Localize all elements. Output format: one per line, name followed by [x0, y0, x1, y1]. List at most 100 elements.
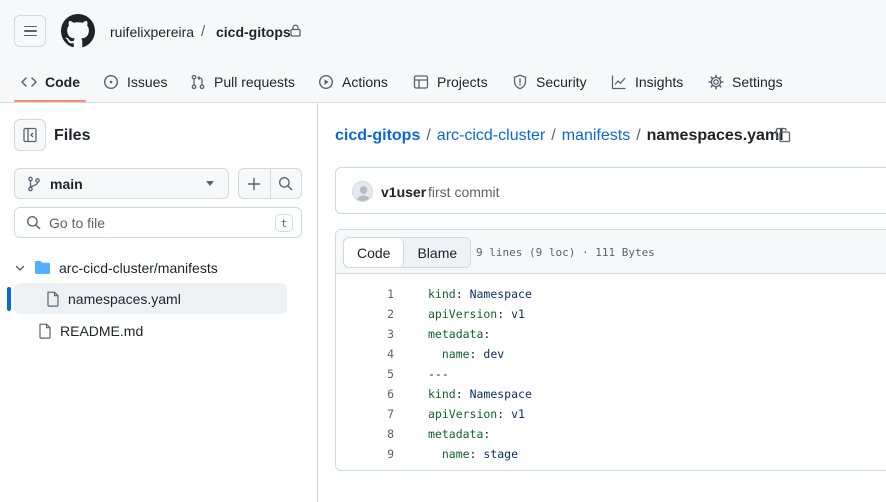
file-tree-sidebar: Files main Go to file t arc-cicd-cluster… — [0, 103, 318, 502]
yaml-colon: : — [469, 347, 484, 361]
line-number[interactable]: 3 — [336, 324, 394, 344]
yaml-colon: : — [497, 407, 512, 421]
selected-item-indicator — [7, 287, 11, 311]
line-content: name: stage — [428, 444, 518, 464]
user-avatar-icon — [356, 186, 371, 201]
lock-icon — [290, 24, 301, 37]
yaml-value: v1 — [511, 307, 525, 321]
repo-owner-link[interactable]: ruifelixpereira — [110, 23, 194, 41]
line-number[interactable]: 7 — [336, 404, 394, 424]
current-file-name: namespaces.yaml — [646, 127, 784, 144]
line-content: name: dev — [428, 344, 504, 364]
breadcrumb-separator: / — [426, 127, 431, 144]
tab-code[interactable]: Code — [21, 62, 80, 102]
line-content: metadata: — [428, 324, 490, 344]
tab-issues[interactable]: Issues — [103, 62, 167, 102]
tab-actions[interactable]: Actions — [318, 62, 388, 102]
code-viewer-header: Code Blame 9 lines (9 loc) · 111 Bytes — [336, 230, 886, 274]
line-number[interactable]: 9 — [336, 444, 394, 464]
line-number[interactable]: 1 — [336, 284, 394, 304]
line-number[interactable]: 6 — [336, 384, 394, 404]
yaml-key: apiVersion — [428, 407, 498, 421]
tab-projects[interactable]: Projects — [413, 62, 488, 102]
graph-icon — [611, 75, 626, 90]
line-number[interactable]: 8 — [336, 424, 394, 444]
collapse-sidebar-button[interactable] — [14, 119, 46, 151]
yaml-value: Namespace — [469, 387, 532, 401]
line-number[interactable]: 5 — [336, 364, 394, 384]
view-mode-toggle: Code Blame — [343, 237, 472, 268]
breadcrumb-separator: / — [551, 127, 556, 144]
code-line: 5 --- — [336, 364, 886, 384]
copy-path-icon[interactable] — [775, 127, 791, 143]
menu-button[interactable] — [14, 15, 46, 47]
tab-security[interactable]: Security — [512, 62, 587, 102]
breadcrumb-separator: / — [636, 127, 641, 144]
gear-icon — [708, 74, 724, 90]
branch-selector[interactable]: main — [14, 168, 229, 199]
yaml-colon: : — [483, 327, 491, 341]
file-path-breadcrumb: cicd-gitops / arc-cicd-cluster / manifes… — [335, 127, 784, 145]
tab-pull-requests-label: Pull requests — [214, 74, 295, 90]
repo-name-link[interactable]: cicd-gitops — [216, 23, 291, 41]
search-icon — [279, 176, 293, 191]
code-view-button[interactable]: Code — [344, 238, 405, 267]
tab-settings-label: Settings — [732, 74, 783, 90]
table-icon — [413, 75, 429, 89]
line-content: metadata: — [428, 424, 490, 444]
go-to-file-input[interactable]: Go to file t — [14, 207, 302, 238]
breadcrumb-folder-link[interactable]: manifests — [562, 127, 630, 145]
line-content: kind: Namespace — [428, 384, 532, 404]
active-tab-indicator — [14, 100, 86, 102]
line-content: --- — [428, 364, 449, 384]
line-number[interactable]: 2 — [336, 304, 394, 324]
yaml-key: name — [428, 347, 470, 361]
go-to-file-placeholder: Go to file — [49, 214, 106, 231]
commit-message-link[interactable]: first commit — [428, 184, 500, 200]
repo-nav: Code Issues Pull requests Actions Projec… — [0, 62, 886, 103]
code-line: 3 metadata: — [336, 324, 886, 344]
blame-view-button[interactable]: Blame — [404, 238, 470, 267]
git-branch-icon — [28, 176, 40, 191]
tree-folder-label: arc-cicd-cluster/manifests — [59, 259, 218, 276]
hamburger-icon-line — [23, 25, 37, 28]
file-icon — [47, 291, 59, 307]
issue-opened-icon — [103, 74, 119, 90]
search-files-button[interactable] — [271, 169, 302, 198]
tab-settings[interactable]: Settings — [708, 62, 783, 102]
code-line: 7 apiVersion: v1 — [336, 404, 886, 424]
git-pull-request-icon — [191, 74, 205, 90]
tree-file-item[interactable]: README.md — [38, 315, 288, 346]
tree-folder-item[interactable]: arc-cicd-cluster/manifests — [14, 252, 302, 283]
breadcrumb-folder-link[interactable]: arc-cicd-cluster — [437, 127, 545, 145]
yaml-key: metadata — [428, 327, 484, 341]
yaml-value: v1 — [511, 407, 525, 421]
breadcrumb-repo-link[interactable]: cicd-gitops — [335, 127, 420, 145]
avatar[interactable] — [352, 181, 373, 202]
yaml-value: dev — [483, 347, 505, 361]
file-actions-group — [238, 168, 302, 199]
yaml-document-separator: --- — [428, 367, 449, 381]
yaml-colon: : — [483, 427, 491, 441]
yaml-key: apiVersion — [428, 307, 498, 321]
play-icon — [318, 74, 334, 90]
keyboard-shortcut-hint: t — [275, 214, 293, 232]
tab-pull-requests[interactable]: Pull requests — [190, 62, 295, 102]
github-logo-icon[interactable] — [61, 14, 95, 48]
tree-file-item-selected[interactable]: namespaces.yaml — [14, 283, 287, 314]
code-line: 2 apiVersion: v1 — [336, 304, 886, 324]
yaml-colon: : — [455, 387, 470, 401]
shield-icon — [513, 74, 527, 90]
sidebar-collapse-icon — [23, 127, 37, 143]
yaml-key: kind — [428, 387, 456, 401]
commit-author-link[interactable]: v1user — [381, 184, 426, 200]
app-header: ruifelixpereira / cicd-gitops Code Issue… — [0, 0, 886, 103]
tab-code-label: Code — [45, 74, 80, 90]
add-file-button[interactable] — [239, 169, 271, 198]
line-number[interactable]: 4 — [336, 344, 394, 364]
code-line: 4 name: dev — [336, 344, 886, 364]
file-icon — [39, 323, 51, 339]
tab-insights-label: Insights — [635, 74, 684, 90]
code-line: 8 metadata: — [336, 424, 886, 444]
tab-insights[interactable]: Insights — [611, 62, 683, 102]
